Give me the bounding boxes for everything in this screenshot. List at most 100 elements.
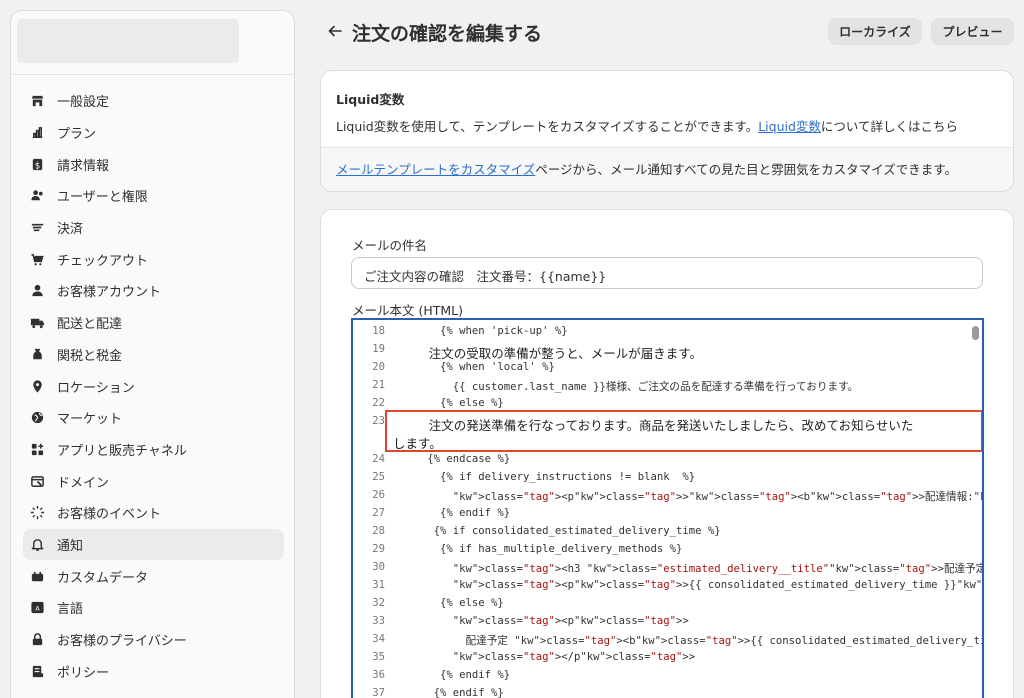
tax-icon: [29, 346, 45, 362]
sparkle-icon: [29, 505, 45, 521]
sidebar-item[interactable]: ドメイン: [23, 465, 284, 497]
line-number: 33: [372, 615, 385, 627]
sidebar-item[interactable]: 一般設定: [23, 85, 284, 117]
bell-icon: [29, 536, 45, 552]
sidebar-item[interactable]: プラン: [23, 117, 284, 149]
preview-button[interactable]: プレビュー: [931, 18, 1014, 45]
sidebar-item[interactable]: チェックアウト: [23, 243, 284, 275]
code-text: 注文の発送準備を行なっております。商品を発送いたしましたら、改めてお知らせいた: [389, 415, 914, 434]
code-text: {% endif %}: [389, 687, 504, 698]
code-content: 注文の発送準備を行なっております。商品を発送いたしましたら、改めてお知らせいた: [428, 418, 914, 433]
sidebar-item-label: お客様のプライバシー: [57, 634, 187, 650]
truck-icon: [29, 315, 45, 331]
customize-templates-link[interactable]: メールテンプレートをカスタマイズ: [336, 162, 535, 177]
line-number: 32: [372, 597, 385, 609]
settings-nav: 一般設定 プラン $ 請求情報 ユーザーと権限決済チェックアウトお客様アカウント配送と配…: [23, 85, 284, 687]
svg-text:A: A: [35, 605, 40, 613]
sidebar-item-label: 決済: [57, 222, 84, 238]
payment-icon: [29, 220, 45, 236]
sidebar-item-label: ポリシー: [57, 665, 110, 681]
code-line: 22 {% else %}: [353, 397, 982, 415]
code-text: "kw">class="tag"><p"kw">class="tag">>"kw…: [389, 489, 982, 504]
liquid-variables-link[interactable]: Liquid変数: [758, 119, 821, 134]
line-number: 24: [372, 453, 385, 465]
code-text: {% when 'local' %}: [389, 361, 555, 373]
language-icon: A: [29, 600, 45, 616]
code-content: "kw">class="tag"><p"kw">class="tag">>{{ …: [452, 579, 983, 591]
store-selector[interactable]: [17, 19, 239, 63]
sidebar-item[interactable]: A 言語: [23, 592, 284, 624]
code-line: 28 {% if consolidated_estimated_delivery…: [353, 525, 982, 543]
code-content: {{ customer.last_name }}様様、ご注文の品を配達する準備を…: [452, 381, 859, 393]
line-number: 34: [372, 633, 385, 645]
code-text: {% if has_multiple_delivery_methods %}: [389, 543, 682, 555]
code-text: {% endcase %}: [389, 453, 510, 465]
code-line: 23 注文の発送準備を行なっております。商品を発送いたしましたら、改めてお知らせ…: [353, 415, 982, 433]
body-label: メール本文 (HTML): [352, 303, 464, 318]
code-line: 27 {% endif %}: [353, 507, 982, 525]
sidebar-item[interactable]: 通知: [23, 528, 284, 561]
sidebar-item[interactable]: ユーザーと権限: [23, 180, 284, 212]
sidebar-item-label: マーケット: [57, 412, 123, 428]
dollar-icon: $: [29, 156, 45, 172]
back-arrow-icon[interactable]: [326, 22, 344, 40]
sidebar-item[interactable]: お客様アカウント: [23, 275, 284, 307]
code-text: します。: [393, 433, 442, 452]
code-content: 注文の受取の準備が整うと、メールが届きます。: [428, 346, 702, 361]
sidebar-item-label: お客様のイベント: [57, 507, 162, 523]
sidebar-item-label: 関税と税金: [57, 348, 123, 364]
sidebar-item-label: 配送と配達: [57, 317, 123, 333]
person-icon: [29, 283, 45, 299]
location-icon: [29, 378, 45, 394]
line-number: 27: [372, 507, 385, 519]
apps-icon: [29, 441, 45, 457]
sidebar-item[interactable]: お客様のイベント: [23, 497, 284, 529]
settings-sidebar: 一般設定 プラン $ 請求情報 ユーザーと権限決済チェックアウトお客様アカウント配送と配…: [10, 10, 295, 698]
code-content: {% endif %}: [440, 669, 511, 681]
chart-icon: [29, 125, 45, 141]
code-content: 配達予定 "kw">class="tag"><b"kw">class="tag"…: [465, 635, 984, 647]
localize-button[interactable]: ローカライズ: [828, 18, 922, 45]
card-description: Liquid変数を使用して、テンプレートをカスタマイズすることができます。Liq…: [336, 116, 958, 135]
sidebar-item[interactable]: カスタムデータ: [23, 560, 284, 592]
sidebar-divider: [11, 74, 294, 75]
code-text: "kw">class="tag"><p"kw">class="tag">>{{ …: [389, 579, 983, 591]
sidebar-item[interactable]: 決済: [23, 212, 284, 244]
sidebar-item[interactable]: アプリと販売チャネル: [23, 434, 284, 466]
sidebar-item[interactable]: お客様のプライバシー: [23, 624, 284, 656]
sidebar-item-label: チェックアウト: [57, 253, 149, 269]
code-content: {% when 'pick-up' %}: [440, 325, 568, 337]
code-content: "kw">class="tag"></p"kw">class="tag">>: [452, 651, 696, 663]
sidebar-item[interactable]: 配送と配達: [23, 307, 284, 339]
line-number: 22: [372, 397, 385, 409]
code-content: {% else %}: [440, 597, 504, 609]
sidebar-item[interactable]: $ 請求情報: [23, 148, 284, 180]
code-text: {{ customer.last_name }}様様、ご注文の品を配達する準備を…: [389, 379, 858, 394]
code-text: 注文の受取の準備が整うと、メールが届きます。: [389, 343, 702, 362]
subject-input[interactable]: ご注文内容の確認 注文番号：{{name}}: [351, 257, 983, 289]
code-text: {% if delivery_instructions != blank %}: [389, 471, 695, 483]
code-content: {% if consolidated_estimated_delivery_ti…: [433, 525, 721, 537]
sidebar-item[interactable]: マーケット: [23, 402, 284, 434]
sidebar-item[interactable]: ポリシー: [23, 655, 284, 687]
code-content: {% endcase %}: [427, 453, 511, 465]
sidebar-item[interactable]: 関税と税金: [23, 339, 284, 371]
sidebar-item[interactable]: ロケーション: [23, 370, 284, 402]
code-content: "kw">class="tag"><p"kw">class="tag">>: [452, 615, 689, 627]
html-code-editor[interactable]: 18 {% when 'pick-up' %} 19 注文の受取の準備が整うと、メ…: [351, 318, 984, 698]
code-content: {% endif %}: [440, 507, 511, 519]
line-number: 29: [372, 543, 385, 555]
sidebar-item-label: ロケーション: [57, 380, 135, 396]
